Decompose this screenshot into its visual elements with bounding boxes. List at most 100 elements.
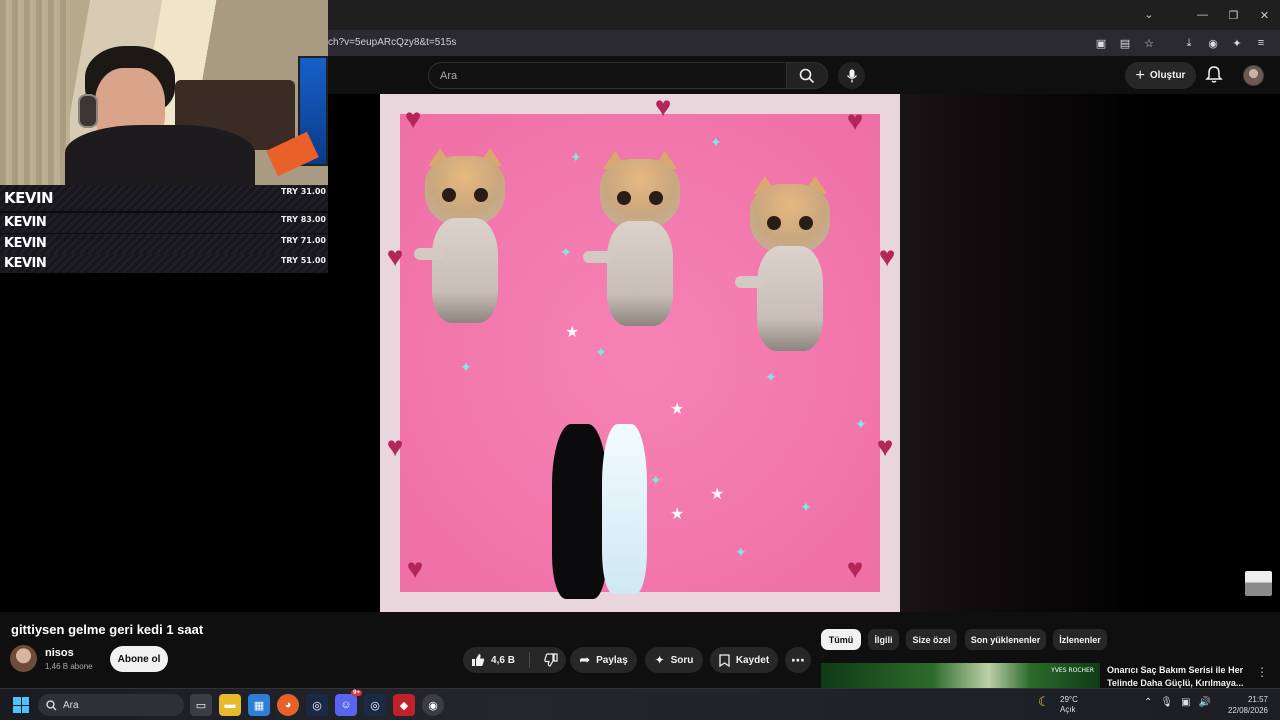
discord-icon[interactable]: ☺ 9+ (335, 690, 362, 716)
clock-time: 21:57 (1247, 695, 1268, 704)
chip-for-you[interactable]: Size özel (906, 629, 957, 650)
obs-icon[interactable]: ◉ (422, 694, 444, 716)
more-icon: ⋯ (791, 651, 805, 668)
share-button[interactable]: ➦ Paylaş (570, 647, 637, 673)
donor-name: KEVIN (4, 189, 54, 207)
sparkle-icon: ★ (710, 486, 725, 503)
donation-amount: TRY 51.00 (280, 256, 326, 265)
like-icon[interactable] (471, 653, 485, 667)
streamer-webcam (0, 0, 328, 185)
like-count[interactable]: 4,6 B (491, 655, 515, 666)
toolbar-icons: ▣ ▤ ☆ ⤓ ◉ ✦ ≡ (1092, 34, 1270, 52)
ask-button[interactable]: ✦ Soru (645, 647, 703, 673)
donation-item: KEVIN TRY 71.00 (0, 234, 328, 254)
firefox-icon[interactable]: ◕ (277, 694, 299, 716)
voice-search-button[interactable] (838, 62, 865, 89)
ask-label: Soru (670, 654, 694, 666)
chip-watched[interactable]: İzlenenler (1053, 629, 1107, 650)
channel-name[interactable]: nisos (45, 647, 74, 659)
more-actions-button[interactable]: ⋯ (785, 647, 811, 673)
channel-avatar[interactable] (10, 645, 37, 672)
volume-icon[interactable]: 🔊 (1199, 697, 1211, 708)
subscribe-button[interactable]: Abone ol (110, 646, 168, 672)
recommendation-menu-icon[interactable]: ⋮ (1256, 665, 1268, 679)
chip-related[interactable]: İlgili (868, 629, 899, 650)
search-icon (46, 699, 57, 710)
sparkle-icon: ✦ (595, 344, 607, 360)
sparkle-icon: ✦ (570, 149, 582, 165)
heart-decoration: ♥ (404, 103, 422, 134)
reader-view-icon[interactable]: ▤ (1116, 34, 1134, 52)
taskbar-search[interactable]: Ara (38, 694, 184, 716)
recommendation-thumbnail[interactable]: YVES ROCHER (821, 663, 1100, 690)
create-label: Oluştur (1149, 70, 1186, 81)
chip-recently-uploaded[interactable]: Son yüklenenler (965, 629, 1046, 650)
donation-amount: TRY 71.00 (280, 236, 326, 245)
taskbar-apps: ▭ ▬ ▦ ◕ ◎ ☺ 9+ ◎ ◆ ◉ (190, 690, 444, 716)
sparkle-icon: ✦ (654, 653, 665, 667)
create-button[interactable]: + Oluştur (1125, 62, 1196, 89)
tray-chevron-icon[interactable]: ⌃ (1144, 697, 1152, 708)
video-title: gittiysen gelme geri kedi 1 saat (11, 622, 204, 637)
share-icon: ➦ (579, 652, 591, 667)
bookmark-icon (719, 653, 730, 667)
search-icon (799, 68, 815, 83)
weather-temp: 29°C (1060, 695, 1078, 704)
url-text[interactable]: ch?v=5eupARcQzy8&t=515s (328, 37, 456, 48)
sparkle-icon: ★ (565, 324, 580, 341)
heart-decoration: ♥ (846, 553, 864, 584)
like-dislike-group: 4,6 B (463, 647, 566, 673)
bookmark-star-icon[interactable]: ☆ (1140, 34, 1158, 52)
donation-amount: TRY 31.00 (280, 187, 326, 196)
moon-icon: ☾ (1038, 694, 1050, 709)
steam-icon[interactable]: ◎ (306, 694, 328, 716)
app-red-icon[interactable]: ◆ (393, 694, 415, 716)
share-label: Paylaş (596, 654, 628, 666)
save-button[interactable]: Kaydet (710, 647, 778, 673)
downloads-icon[interactable]: ⤓ (1180, 34, 1198, 52)
weather-desc: Açık (1060, 705, 1076, 714)
steam-icon-2[interactable]: ◎ (364, 694, 386, 716)
windows-start-icon[interactable] (13, 697, 29, 713)
task-view-icon[interactable]: ▭ (190, 694, 212, 716)
tray-mic-icon[interactable]: 🎙 (1160, 697, 1173, 708)
toolbar-spacer (1164, 34, 1174, 52)
subscriber-count: 1,46 B abone (45, 662, 93, 671)
account-icon[interactable]: ◉ (1204, 34, 1222, 52)
chip-all[interactable]: Tümü (821, 629, 861, 650)
minimize-icon[interactable]: — (1187, 0, 1218, 30)
clock[interactable]: 21:57 22/08/2026 (1228, 694, 1268, 716)
dislike-icon[interactable] (544, 653, 558, 667)
weather-widget[interactable]: ☾ 29°C Açık (1038, 695, 1078, 715)
user-avatar[interactable] (1243, 65, 1264, 86)
like-divider (528, 652, 530, 668)
search-input[interactable]: Ara (428, 62, 786, 89)
close-icon[interactable]: ✕ (1249, 0, 1280, 30)
donor-name: KEVIN (4, 215, 47, 230)
heart-decoration: ♥ (846, 105, 864, 136)
picture-in-picture-icon[interactable]: ▣ (1092, 34, 1110, 52)
notifications-bell-icon[interactable] (1204, 65, 1224, 85)
search-button[interactable] (786, 62, 828, 89)
tab-list-chevron-icon[interactable]: ⌄ (1142, 8, 1156, 22)
heart-decoration: ♥ (878, 241, 896, 272)
sparkle-icon: ★ (670, 401, 685, 418)
search-placeholder: Ara (440, 69, 458, 82)
network-icon[interactable]: ▣ (1181, 697, 1190, 708)
recommendation-title[interactable]: Onarıcı Saç Bakım Serisi ile Her Telinde… (1107, 664, 1247, 690)
heart-decoration: ♥ (406, 553, 424, 584)
file-explorer-icon[interactable]: ▬ (219, 694, 241, 716)
extensions-icon[interactable]: ✦ (1228, 34, 1246, 52)
store-icon[interactable]: ▦ (248, 694, 270, 716)
restore-icon[interactable]: ❐ (1218, 0, 1249, 30)
sparkle-icon: ✦ (460, 359, 472, 375)
sparkle-icon: ★ (670, 506, 685, 523)
menu-icon[interactable]: ≡ (1252, 34, 1270, 52)
ad-brand-logo: YVES ROCHER (1051, 667, 1094, 674)
dancing-cat (735, 176, 835, 354)
video-frame[interactable]: ♥ ♥ ♥ ♥ ♥ ♥ ♥ ♥ ♥ ✦ ✦ ✦ ✦ ✦ ✦ ✦ ✦ ✦ ✦ ★ … (380, 94, 900, 612)
donation-amount: TRY 83.00 (280, 215, 326, 224)
sparkle-icon: ✦ (735, 544, 747, 560)
sparkle-icon: ✦ (710, 134, 722, 150)
white-cat (602, 424, 647, 594)
